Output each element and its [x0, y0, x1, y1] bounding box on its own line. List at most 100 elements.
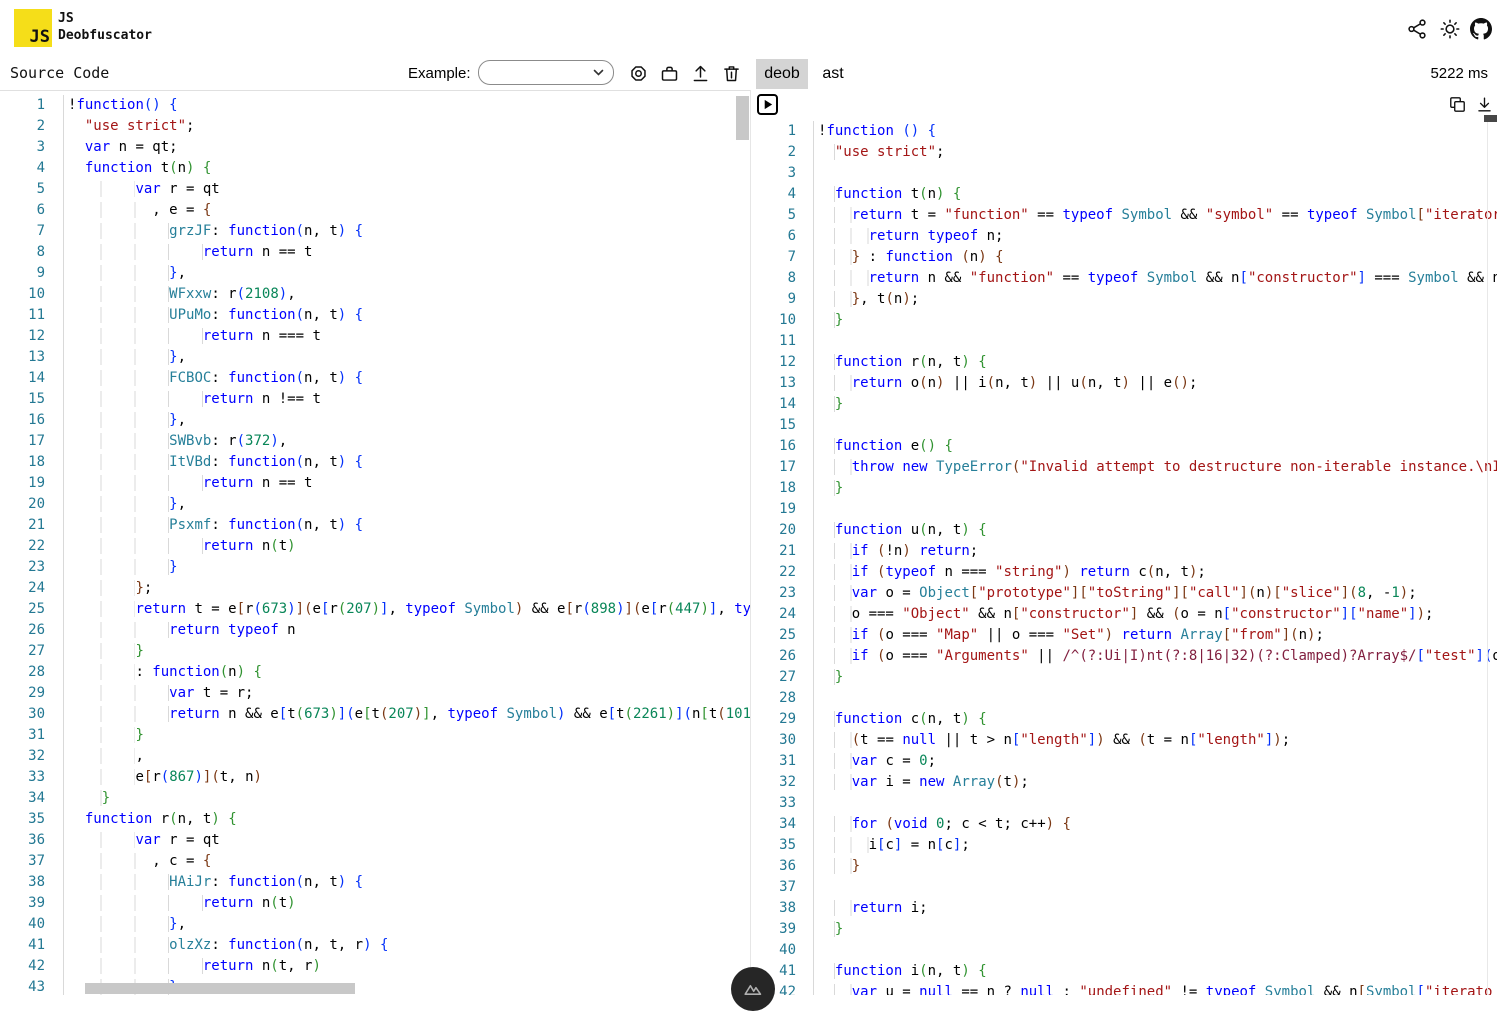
upload-icon: [690, 63, 711, 84]
trash-button[interactable]: [719, 61, 743, 85]
line-number: 29: [0, 683, 45, 704]
line-number: 40: [0, 914, 45, 935]
upload-button[interactable]: [688, 61, 712, 85]
line-number: 12: [770, 352, 796, 373]
line-number: 25: [770, 625, 796, 646]
floating-widget-button[interactable]: [731, 967, 775, 1011]
code-line: 10 }: [770, 310, 1497, 331]
code-line: 41 function i(n, t) {: [770, 961, 1497, 982]
line-number: 33: [770, 793, 796, 814]
line-number: 1: [0, 95, 45, 116]
code-line: 21 if (!n) return;: [770, 541, 1497, 562]
right-editor-scrollbar-track: [1487, 118, 1488, 995]
line-number: 15: [770, 415, 796, 436]
run-button[interactable]: [757, 94, 778, 115]
line-number: 43: [0, 977, 45, 995]
code-line: 20 },: [0, 494, 750, 515]
left-editor-vertical-scrollbar[interactable]: [736, 96, 749, 140]
line-number: 12: [0, 326, 45, 347]
code-line: 10 WFxxw: r(2108),: [0, 284, 750, 305]
code-line: 38 HAiJr: function(n, t) {: [0, 872, 750, 893]
code-line: 39 }: [770, 919, 1497, 940]
theme-toggle-button[interactable]: [1439, 18, 1461, 40]
line-number: 37: [770, 877, 796, 898]
code-line: 41 olzXz: function(n, t, r) {: [0, 935, 750, 956]
line-number: 38: [0, 872, 45, 893]
line-number: 22: [770, 562, 796, 583]
line-number: 23: [770, 583, 796, 604]
line-number: 9: [770, 289, 796, 310]
source-code-lines: 1!function() {2 "use strict";3 var n = q…: [0, 95, 750, 995]
line-number: 30: [770, 730, 796, 751]
toolbar-divider: [0, 90, 750, 91]
line-number: 6: [0, 200, 45, 221]
code-line: 15 return n !== t: [0, 389, 750, 410]
line-number: 20: [0, 494, 45, 515]
code-line: 12 return n === t: [0, 326, 750, 347]
settings-button[interactable]: [626, 61, 650, 85]
github-icon: [1470, 18, 1492, 40]
line-number: 2: [0, 116, 45, 137]
line-number: 31: [770, 751, 796, 772]
line-number: 18: [0, 452, 45, 473]
github-button[interactable]: [1470, 18, 1492, 40]
code-line: 22 return n(t): [0, 536, 750, 557]
line-number: 29: [770, 709, 796, 730]
code-line: 13 return o(n) || i(n, t) || u(n, t) || …: [770, 373, 1497, 394]
line-number: 24: [770, 604, 796, 625]
code-line: 34 }: [0, 788, 750, 809]
tab-ast[interactable]: ast: [810, 59, 856, 89]
line-number: 19: [770, 499, 796, 520]
code-line: 29 var t = r;: [0, 683, 750, 704]
code-line: 18 }: [770, 478, 1497, 499]
line-number: 13: [0, 347, 45, 368]
app-logo-text: JS: [30, 29, 52, 47]
line-number: 17: [770, 457, 796, 478]
right-editor-vertical-scrollbar[interactable]: [1484, 115, 1497, 122]
settings-gear-icon: [628, 63, 649, 84]
copy-button[interactable]: [1448, 94, 1468, 114]
line-number: 36: [770, 856, 796, 877]
code-line: 27 }: [0, 641, 750, 662]
line-number: 10: [770, 310, 796, 331]
line-number: 8: [770, 268, 796, 289]
code-line: 2 "use strict";: [0, 116, 750, 137]
example-select[interactable]: [478, 60, 614, 85]
code-line: 27 }: [770, 667, 1497, 688]
line-number: 2: [770, 142, 796, 163]
code-line: 12 function r(n, t) {: [770, 352, 1497, 373]
source-code-editor[interactable]: 1!function() {2 "use strict";3 var n = q…: [0, 92, 750, 995]
line-number: 28: [770, 688, 796, 709]
code-line: 20 function u(n, t) {: [770, 520, 1497, 541]
mountain-logo-icon: [740, 976, 766, 1002]
tab-deob[interactable]: deob: [756, 59, 808, 89]
download-button[interactable]: [1475, 94, 1495, 114]
app-logo: JS: [14, 9, 52, 47]
line-number: 34: [0, 788, 45, 809]
line-number: 42: [0, 956, 45, 977]
line-number: 14: [770, 394, 796, 415]
line-number: 20: [770, 520, 796, 541]
code-line: 19 return n == t: [0, 473, 750, 494]
line-number: 22: [0, 536, 45, 557]
left-editor-horizontal-scrollbar[interactable]: [85, 983, 355, 994]
copy-icon: [1448, 95, 1467, 114]
line-number: 3: [770, 163, 796, 184]
code-line: 40: [770, 940, 1497, 961]
source-code-label: Source Code: [10, 64, 109, 82]
output-code-editor[interactable]: 1!function () {2 "use strict";34 functio…: [770, 118, 1497, 995]
code-line: 37: [770, 877, 1497, 898]
trash-icon: [721, 63, 742, 84]
code-line: 29 function c(n, t) {: [770, 709, 1497, 730]
chevron-down-icon: [593, 69, 604, 76]
code-line: 33: [770, 793, 1497, 814]
line-number: 27: [0, 641, 45, 662]
code-line: 30 (t == null || t > n["length"]) && (t …: [770, 730, 1497, 751]
line-number: 13: [770, 373, 796, 394]
code-line: 39 return n(t): [0, 893, 750, 914]
line-number: 41: [0, 935, 45, 956]
code-line: 17 throw new TypeError("Invalid attempt …: [770, 457, 1497, 478]
share-button[interactable]: [1406, 18, 1428, 40]
line-number: 38: [770, 898, 796, 919]
paste-button[interactable]: [657, 61, 681, 85]
